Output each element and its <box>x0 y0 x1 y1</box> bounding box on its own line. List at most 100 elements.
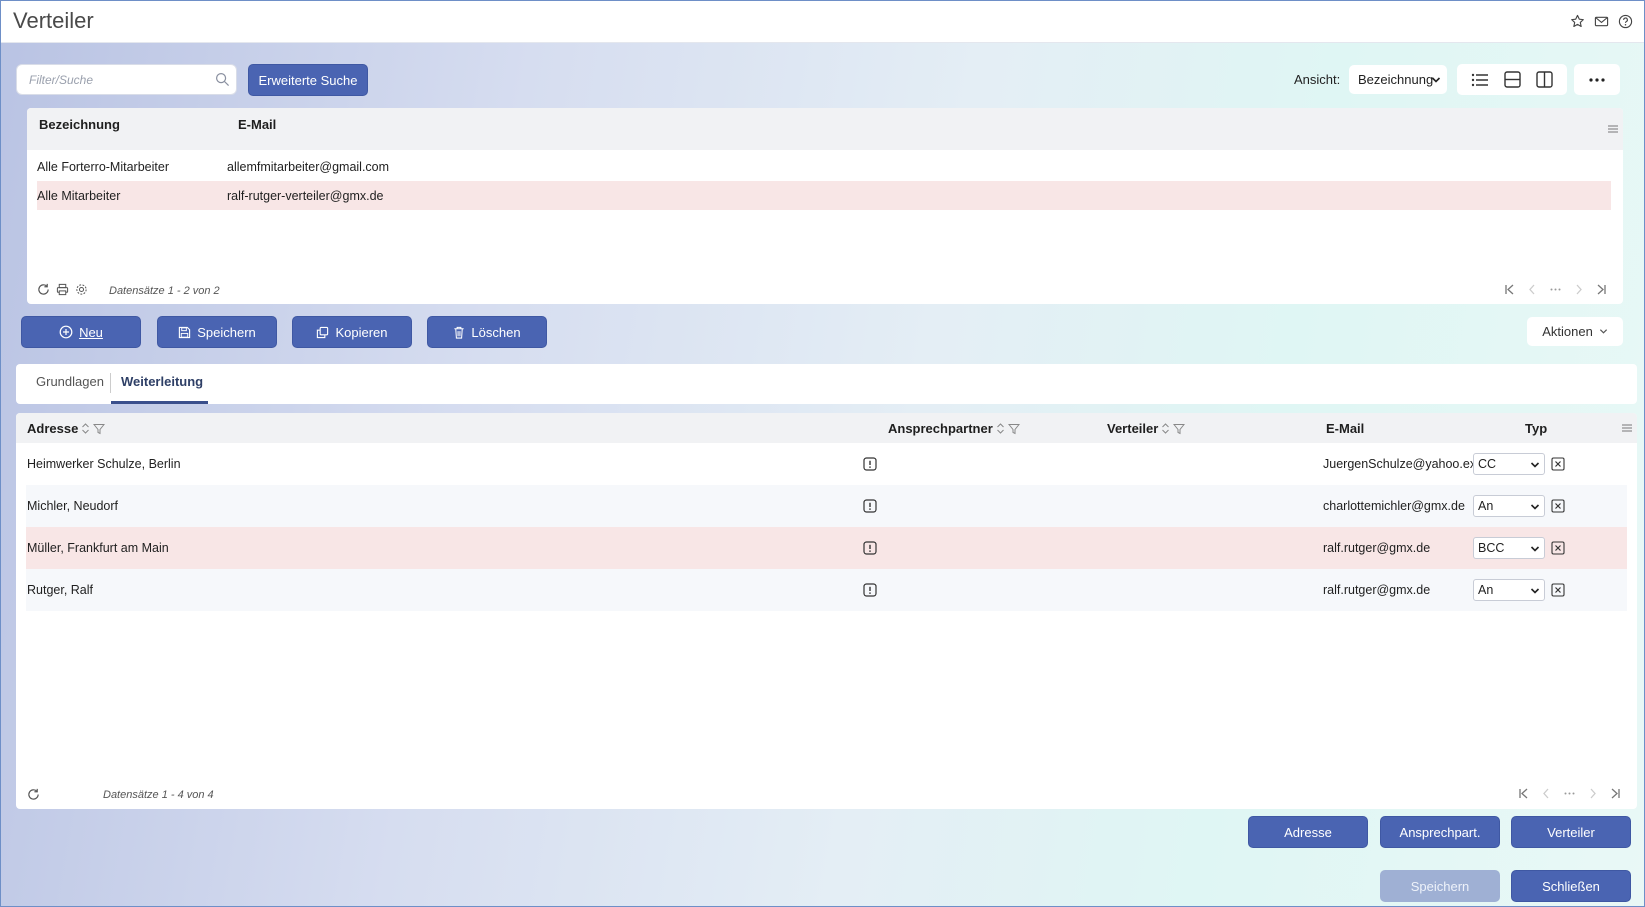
title-bar: Verteiler <box>1 1 1644 43</box>
table-row-selected[interactable]: Müller, Frankfurt am Main ralf.rutger@gm… <box>26 527 1627 569</box>
tab-weiterleitung[interactable]: Weiterleitung <box>121 374 203 389</box>
cell-email: JuergenSchulze@yahoo.exp <box>1323 457 1484 471</box>
close-button[interactable]: Schließen <box>1511 870 1631 902</box>
search-input[interactable] <box>17 65 197 94</box>
save-button[interactable]: Speichern <box>1380 870 1500 902</box>
forwarding-grid: Adresse Ansprechpartner Verteiler E-Mail… <box>16 413 1637 809</box>
refresh-icon[interactable] <box>27 788 40 801</box>
alert-icon[interactable] <box>863 457 877 471</box>
split-horizontal-icon[interactable] <box>1504 71 1521 88</box>
column-menu-icon[interactable] <box>1607 123 1619 135</box>
column-label: Typ <box>1525 421 1548 436</box>
next-page-icon[interactable] <box>1573 284 1584 295</box>
actions-dropdown-label: Aktionen <box>1542 324 1593 339</box>
grid-header: Bezeichnung E-Mail <box>27 108 1623 150</box>
trash-icon <box>454 326 465 339</box>
sort-icon <box>1162 423 1170 434</box>
split-vertical-icon[interactable] <box>1536 71 1554 88</box>
actions-dropdown[interactable]: Aktionen <box>1527 317 1623 346</box>
type-select[interactable]: CC <box>1473 453 1545 475</box>
more-options-button[interactable] <box>1574 64 1620 95</box>
column-header-verteiler[interactable]: Verteiler <box>1107 421 1186 436</box>
cell-bezeichnung: Alle Mitarbeiter <box>37 189 121 203</box>
alert-icon[interactable] <box>863 499 877 513</box>
view-select[interactable]: Bezeichnung <box>1349 65 1447 94</box>
save-top-button[interactable]: Speichern <box>157 316 277 348</box>
active-tab-indicator <box>111 401 208 404</box>
column-label: E-Mail <box>1326 421 1365 436</box>
type-select[interactable]: BCC <box>1473 537 1545 559</box>
copy-button[interactable]: Kopieren <box>292 316 412 348</box>
cell-bezeichnung: Alle Forterro-Mitarbeiter <box>37 160 169 174</box>
column-header-typ[interactable]: Typ <box>1525 421 1547 436</box>
cell-adresse: Müller, Frankfurt am Main <box>27 541 169 555</box>
tab-separator <box>110 373 111 393</box>
add-distributor-button[interactable]: Verteiler <box>1511 816 1631 848</box>
first-page-icon[interactable] <box>1518 788 1529 799</box>
table-row[interactable]: Rutger, Ralf ralf.rutger@gmx.de An <box>26 569 1627 611</box>
list-view-icon[interactable] <box>1471 72 1489 88</box>
view-select-value: Bezeichnung <box>1358 72 1434 87</box>
table-row[interactable]: Alle Forterro-Mitarbeiter allemfmitarbei… <box>37 152 1611 181</box>
print-icon[interactable] <box>56 283 69 296</box>
new-button-label: Neu <box>79 324 103 340</box>
refresh-icon[interactable] <box>37 283 50 296</box>
cell-adresse: Heimwerker Schulze, Berlin <box>27 457 181 471</box>
column-header-email[interactable]: E-Mail <box>238 117 276 132</box>
chevron-down-icon <box>1530 544 1540 554</box>
type-select[interactable]: An <box>1473 495 1545 517</box>
next-page-icon[interactable] <box>1587 788 1598 799</box>
view-mode-toolbar <box>1457 64 1567 95</box>
filter-icon <box>1173 423 1186 434</box>
last-page-icon[interactable] <box>1610 788 1621 799</box>
distributor-list-grid: Bezeichnung E-Mail Alle Forterro-Mitarbe… <box>27 108 1623 304</box>
column-menu-icon[interactable] <box>1621 422 1633 434</box>
cell-email: ralf.rutger@gmx.de <box>1323 583 1431 597</box>
mail-icon[interactable] <box>1593 13 1610 30</box>
remove-row-icon[interactable] <box>1551 499 1565 513</box>
pagination <box>1504 284 1607 295</box>
page-dots-icon <box>1550 284 1561 295</box>
alert-icon[interactable] <box>863 541 877 555</box>
pagination <box>1518 788 1621 799</box>
table-row-selected[interactable]: Alle Mitarbeiter ralf-rutger-verteiler@g… <box>37 181 1611 210</box>
sort-icon <box>82 423 90 434</box>
add-contact-button[interactable]: Ansprechpart. <box>1380 816 1500 848</box>
chevron-down-icon <box>1530 460 1540 470</box>
record-count: Datensätze 1 - 4 von 4 <box>103 789 214 801</box>
first-page-icon[interactable] <box>1504 284 1515 295</box>
cell-adresse: Rutger, Ralf <box>27 583 94 597</box>
type-select[interactable]: An <box>1473 579 1545 601</box>
column-header-bezeichnung[interactable]: Bezeichnung <box>39 117 120 132</box>
type-select-value: An <box>1478 583 1494 597</box>
cell-email: allemfmitarbeiter@gmail.com <box>227 160 390 174</box>
add-address-button[interactable]: Adresse <box>1248 816 1368 848</box>
prev-page-icon[interactable] <box>1527 284 1538 295</box>
help-icon[interactable] <box>1617 13 1634 30</box>
filter-icon <box>1007 423 1020 434</box>
new-button[interactable]: Neu <box>21 316 141 348</box>
table-row[interactable]: Michler, Neudorf charlottemichler@gmx.de… <box>26 485 1627 527</box>
column-header-adresse[interactable]: Adresse <box>27 421 106 436</box>
search-icon[interactable] <box>215 72 230 87</box>
remove-row-icon[interactable] <box>1551 457 1565 471</box>
tab-grundlagen[interactable]: Grundlagen <box>36 374 104 389</box>
column-label: Adresse <box>27 421 79 436</box>
advanced-search-button[interactable]: Erweiterte Suche <box>248 64 368 96</box>
settings-icon[interactable] <box>75 283 88 296</box>
remove-row-icon[interactable] <box>1551 583 1565 597</box>
remove-row-icon[interactable] <box>1551 541 1565 555</box>
table-row[interactable]: Heimwerker Schulze, Berlin JuergenSchulz… <box>26 443 1627 485</box>
delete-button[interactable]: Löschen <box>427 316 547 348</box>
prev-page-icon[interactable] <box>1541 788 1552 799</box>
star-icon[interactable] <box>1569 13 1586 30</box>
cell-adresse: Michler, Neudorf <box>27 499 119 513</box>
column-header-ansprechpartner[interactable]: Ansprechpartner <box>888 421 1020 436</box>
chevron-down-icon <box>1530 586 1540 596</box>
alert-icon[interactable] <box>863 583 877 597</box>
grid-header: Adresse Ansprechpartner Verteiler E-Mail… <box>16 413 1637 443</box>
column-header-email[interactable]: E-Mail <box>1326 421 1364 436</box>
copy-label: Kopieren <box>335 324 388 340</box>
search-box <box>16 64 237 95</box>
last-page-icon[interactable] <box>1596 284 1607 295</box>
